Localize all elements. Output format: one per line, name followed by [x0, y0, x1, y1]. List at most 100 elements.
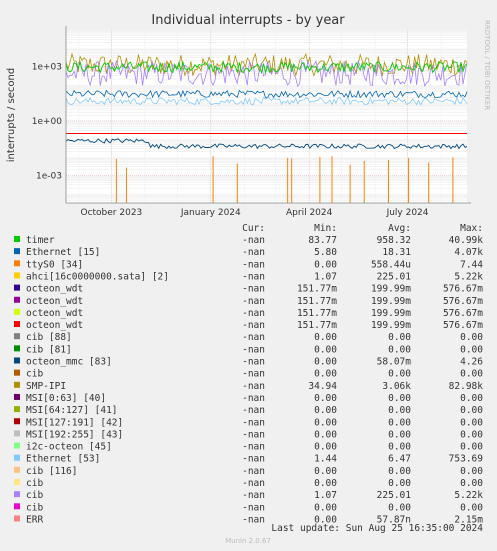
legend-value-max: 4.07k	[454, 247, 483, 258]
munin-version: Munin 2.0.67	[225, 537, 271, 545]
legend-value-max: 0.00	[460, 332, 483, 343]
legend-swatch	[14, 284, 20, 291]
legend-value-max: 7.44	[460, 259, 483, 270]
legend-swatch	[14, 430, 20, 437]
legend-swatch	[14, 381, 20, 388]
legend-value-min: 151.77m	[297, 284, 337, 295]
legend-value-avg: 0.00	[388, 369, 411, 380]
legend-header-cur: Cur:	[242, 223, 265, 234]
legend-value-min: 1.07	[314, 271, 337, 282]
rrdtool-credit: RRDTOOL / TOBI OETIKER	[483, 20, 491, 110]
legend-label: cib	[26, 490, 43, 501]
legend-swatch	[14, 369, 20, 376]
legend-label: MSI[127:191] [42]	[26, 417, 123, 428]
legend-swatch	[14, 296, 20, 303]
legend-label: cib	[26, 502, 43, 513]
legend-value-avg: 0.00	[388, 405, 411, 416]
legend-header-avg: Avg:	[388, 223, 411, 234]
legend-swatch	[14, 515, 20, 522]
legend-label: i2c-octeon [45]	[26, 442, 112, 453]
x-tick-label: October 2023	[80, 208, 142, 218]
legend-value-avg: 199.99m	[371, 308, 411, 319]
legend-value-cur: -nan	[242, 405, 265, 416]
legend-value-cur: -nan	[242, 235, 265, 246]
legend-value-cur: -nan	[242, 320, 265, 331]
legend-label: Ethernet [53]	[26, 454, 100, 465]
legend-swatch	[14, 345, 20, 352]
legend-swatch	[14, 260, 20, 267]
legend-label: ERR	[26, 514, 43, 525]
legend-value-min: 83.77	[308, 235, 337, 246]
legend-label: SMP-IPI	[26, 381, 66, 392]
y-tick-label: 1e+00	[32, 117, 63, 127]
legend-value-max: 576.67m	[443, 284, 483, 295]
x-tick-label: July 2024	[386, 208, 429, 218]
legend-value-max: 0.00	[460, 502, 483, 513]
legend-value-max: 0.00	[460, 369, 483, 380]
legend-value-avg: 3.06k	[382, 381, 411, 392]
legend-value-max: 0.00	[460, 429, 483, 440]
legend-value-cur: -nan	[242, 381, 265, 392]
legend-value-max: 0.00	[460, 344, 483, 355]
legend-value-cur: -nan	[242, 454, 265, 465]
chart-title: Individual interrupts - by year	[151, 13, 345, 28]
last-update: Last update: Sun Aug 25 16:35:00 2024	[271, 523, 483, 534]
legend-value-avg: 18.31	[382, 247, 411, 258]
legend-value-cur: -nan	[242, 357, 265, 368]
legend-label: cib [116]	[26, 466, 77, 477]
legend-value-min: 0.00	[314, 332, 337, 343]
legend-value-cur: -nan	[242, 296, 265, 307]
legend-value-cur: -nan	[242, 514, 265, 525]
legend-value-min: 0.00	[314, 417, 337, 428]
legend-value-cur: -nan	[242, 344, 265, 355]
legend-value-avg: 199.99m	[371, 320, 411, 331]
legend-value-avg: 58.07m	[377, 357, 412, 368]
legend-value-min: 0.00	[314, 429, 337, 440]
legend-label: cib [81]	[26, 344, 72, 355]
legend-value-avg: 0.00	[388, 393, 411, 404]
legend-label: MSI[0:63] [40]	[26, 393, 106, 404]
legend-value-avg: 0.00	[388, 478, 411, 489]
legend-value-cur: -nan	[242, 466, 265, 477]
legend-swatch	[14, 466, 20, 473]
legend-value-min: 0.00	[314, 344, 337, 355]
legend-swatch	[14, 454, 20, 461]
legend-value-min: 34.94	[308, 381, 337, 392]
legend-value-min: 1.07	[314, 490, 337, 501]
legend-swatch	[14, 503, 20, 510]
legend-value-max: 0.00	[460, 417, 483, 428]
legend-label: MSI[192:255] [43]	[26, 429, 123, 440]
legend-label: octeon_wdt	[26, 296, 83, 307]
legend-value-min: 0.00	[314, 259, 337, 270]
legend-value-max: 5.22k	[454, 271, 483, 282]
legend-swatch	[14, 357, 20, 364]
legend-swatch	[14, 248, 20, 255]
legend-swatch	[14, 393, 20, 400]
legend-value-avg: 0.00	[388, 344, 411, 355]
legend-label: octeon_mmc [83]	[26, 357, 112, 368]
legend-value-avg: 0.00	[388, 502, 411, 513]
legend-value-cur: -nan	[242, 417, 265, 428]
legend-value-avg: 225.01	[377, 271, 412, 282]
legend-value-min: 0.00	[314, 357, 337, 368]
legend-header-max: Max:	[460, 223, 483, 234]
legend-value-cur: -nan	[242, 478, 265, 489]
legend-value-min: 0.00	[314, 478, 337, 489]
legend-value-min: 0.00	[314, 502, 337, 513]
legend-value-avg: 199.99m	[371, 284, 411, 295]
legend-value-avg: 0.00	[388, 332, 411, 343]
legend-value-cur: -nan	[242, 284, 265, 295]
legend-swatch	[14, 418, 20, 425]
legend-value-cur: -nan	[242, 393, 265, 404]
legend-value-max: 0.00	[460, 478, 483, 489]
legend-value-avg: 0.00	[388, 417, 411, 428]
y-tick-label: 1e+03	[32, 62, 62, 72]
legend-value-max: 82.98k	[449, 381, 484, 392]
legend-value-cur: -nan	[242, 490, 265, 501]
legend-value-avg: 0.00	[388, 429, 411, 440]
legend-value-min: 0.00	[314, 369, 337, 380]
legend-label: Ethernet [15]	[26, 247, 100, 258]
legend-value-avg: 6.47	[388, 454, 411, 465]
legend-swatch	[14, 406, 20, 413]
legend-value-cur: -nan	[242, 271, 265, 282]
